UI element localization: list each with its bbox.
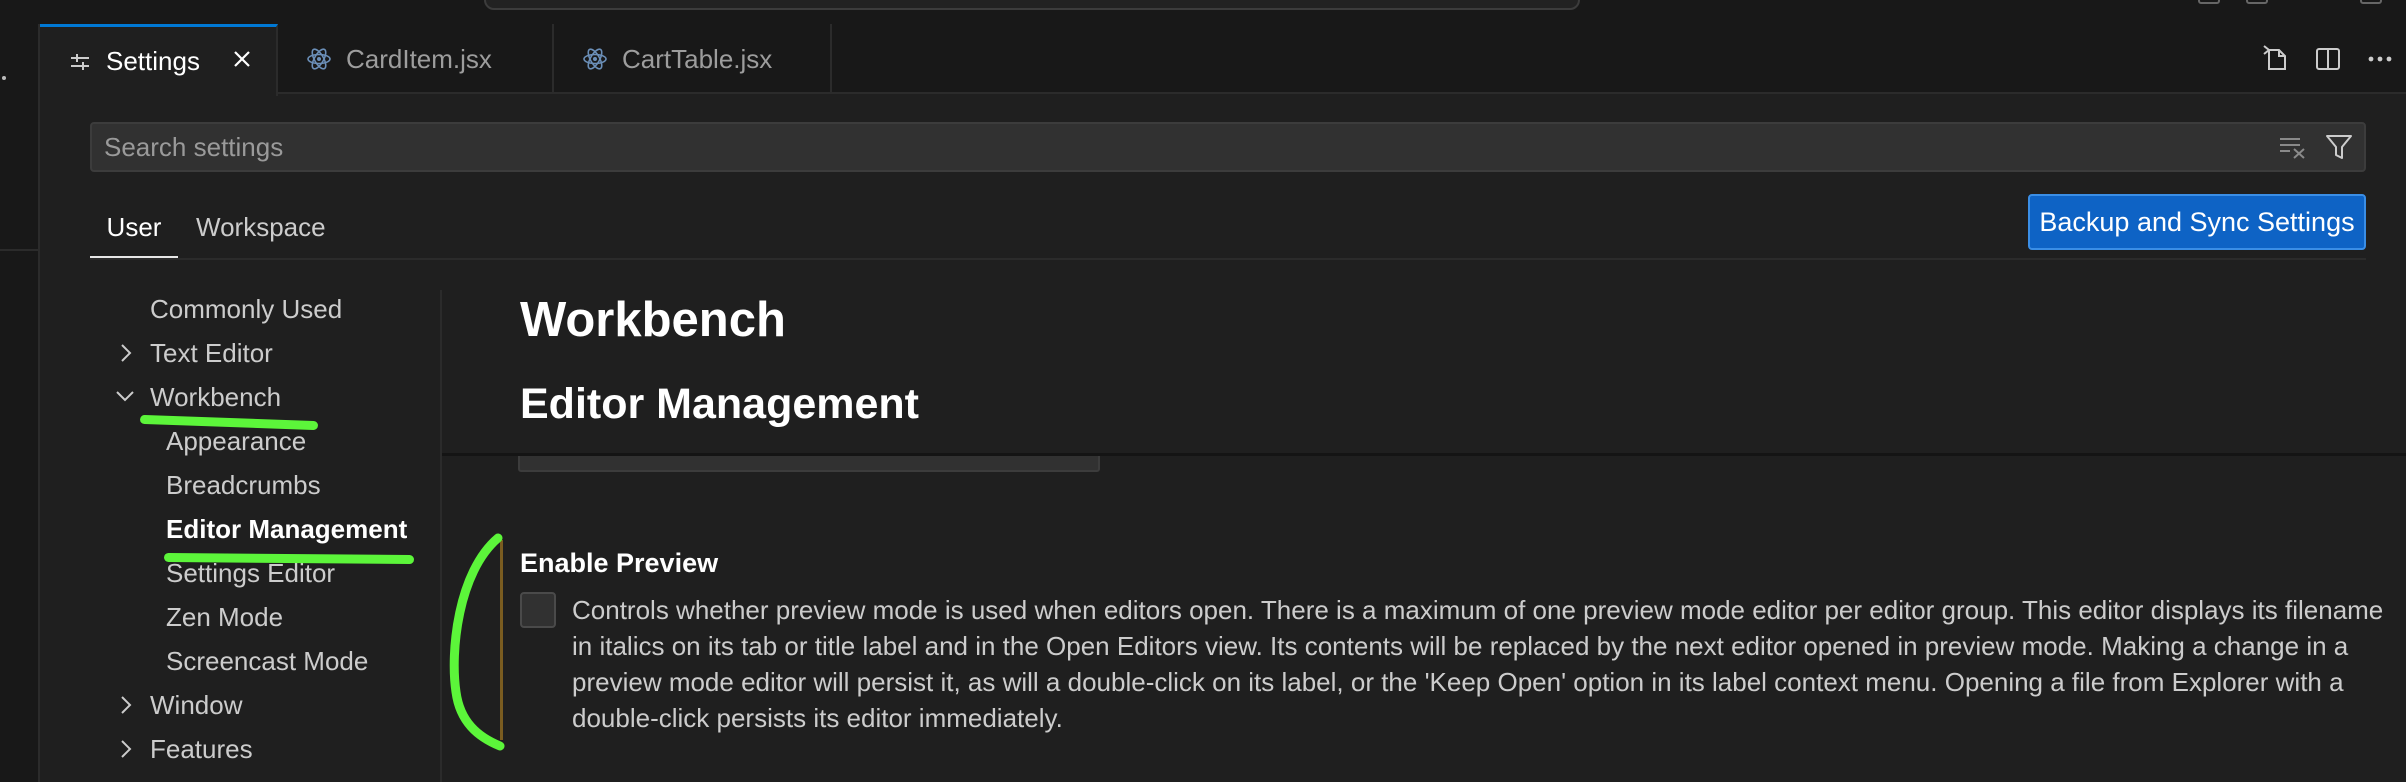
layout-control-icon[interactable] (2360, 0, 2382, 4)
toc-item-text-editor[interactable]: Text Editor (150, 338, 273, 369)
divider (0, 249, 40, 251)
toc-item-workbench[interactable]: Workbench (150, 382, 281, 413)
command-center[interactable] (484, 0, 1580, 10)
toc-item-window[interactable]: Window (150, 690, 242, 721)
chevron-right-icon[interactable] (118, 738, 134, 765)
divider (90, 258, 2366, 260)
more-icon[interactable] (2, 76, 6, 80)
chevron-down-icon[interactable] (114, 388, 136, 409)
setting-title: Enable Preview (520, 548, 719, 578)
tab-label: CartTable.jsx (622, 43, 773, 74)
tab-label: CardItem.jsx (346, 43, 492, 74)
filter-icon[interactable] (2324, 132, 2354, 167)
backup-and-sync-button[interactable]: Backup and Sync Settings (2028, 194, 2366, 250)
section-title: Editor Management (520, 380, 919, 428)
tab-carditem[interactable]: CardItem.jsx (278, 24, 554, 94)
tab-label: Settings (106, 46, 200, 76)
tab-workspace[interactable]: Workspace (196, 196, 326, 258)
toc-item-screencast-mode[interactable]: Screencast Mode (166, 646, 368, 677)
chevron-right-icon[interactable] (118, 342, 134, 369)
layout-control-icon[interactable] (2246, 0, 2268, 4)
annotation-bracket (449, 533, 505, 751)
tab-user[interactable]: User (90, 196, 178, 258)
toc-item-breadcrumbs[interactable]: Breadcrumbs (166, 470, 321, 501)
clear-filter-icon[interactable] (2278, 134, 2308, 165)
react-icon (306, 46, 332, 72)
chevron-right-icon[interactable] (118, 694, 134, 721)
setting-description: Controls whether preview mode is used wh… (572, 595, 2384, 733)
toc-item-appearance[interactable]: Appearance (166, 426, 306, 457)
page-title: Workbench (520, 293, 786, 347)
toc-item-zen-mode[interactable]: Zen Mode (166, 602, 283, 633)
settings-content: Workbench Editor Management text Enable … (442, 290, 2406, 782)
toc-item-commonly-used[interactable]: Commonly Used (150, 294, 342, 325)
toc-item-editor-management[interactable]: Editor Management (166, 514, 407, 545)
editor-actions (2250, 24, 2406, 94)
search-input[interactable] (104, 124, 2254, 170)
layout-control-icon[interactable] (2198, 0, 2220, 4)
open-settings-json-icon[interactable] (2250, 24, 2302, 94)
tab-settings[interactable]: Settings (40, 24, 278, 96)
settings-sliders-icon (68, 50, 92, 74)
tab-carttable[interactable]: CartTable.jsx (554, 24, 832, 94)
react-icon (582, 46, 608, 72)
close-icon[interactable] (230, 47, 254, 78)
enable-preview-checkbox[interactable] (520, 592, 556, 628)
editor-tab-bar: Settings CardItem.jsx CartTable.jsx (40, 24, 2406, 96)
sticky-header: Workbench Editor Management (442, 290, 2406, 456)
settings-search (90, 122, 2366, 172)
toc-item-features[interactable]: Features (150, 734, 253, 765)
settings-toc: Commonly Used Text Editor Workbench Appe… (40, 290, 442, 782)
more-actions-icon[interactable] (2354, 24, 2406, 94)
split-editor-icon[interactable] (2302, 24, 2354, 94)
activity-gutter (0, 24, 40, 782)
